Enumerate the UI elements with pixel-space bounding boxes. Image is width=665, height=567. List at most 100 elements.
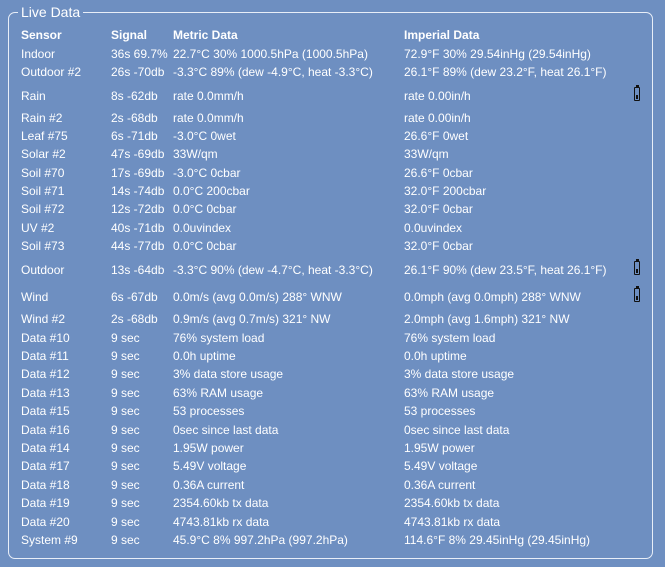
- metric-value: -3.0°C 0cbar: [173, 166, 241, 180]
- sensor-name: Data #18: [21, 478, 70, 492]
- table-header: Sensor Signal Metric Data Imperial Data: [21, 28, 641, 42]
- imperial-value: rate 0.00in/h: [404, 89, 471, 103]
- table-row: Soil #73 44s -77db 0.0°C 0cbar 32.0°F 0cbar: [21, 239, 641, 254]
- table-row: System #9 9 sec 45.9°C 8% 997.2hPa (997.2h…: [21, 533, 641, 548]
- metric-value: 45.9°C 8% 997.2hPa (997.2hPa): [173, 533, 348, 547]
- table-row: Data #10 9 sec 76% system load 76% system l…: [21, 331, 641, 346]
- metric-value: rate 0.0mm/h: [173, 111, 244, 125]
- metric-value: -3.3°C 90% (dew -4.7°C, heat -3.3°C): [173, 263, 373, 277]
- sensor-signal: 9 sec: [111, 386, 140, 400]
- sensor-signal: 17s -69db: [111, 166, 165, 180]
- table-row: Data #16 9 sec 0sec since last data 0sec si…: [21, 423, 641, 438]
- sensor-name: Leaf #75: [21, 129, 68, 143]
- sensor-name: Data #14: [21, 441, 70, 455]
- sensor-signal: 44s -77db: [111, 239, 165, 253]
- sensor-signal: 9 sec: [111, 533, 140, 547]
- sensor-name: UV #2: [21, 221, 55, 235]
- metric-value: -3.3°C 89% (dew -4.9°C, heat -3.3°C): [173, 65, 373, 79]
- sensor-signal: 9 sec: [111, 349, 140, 363]
- metric-value: 0.0m/s (avg 0.0m/s) 288° WNW: [173, 290, 342, 304]
- imperial-value: 63% RAM usage: [404, 386, 495, 400]
- metric-value: 0.0°C 200cbar: [173, 184, 250, 198]
- imperial-value: 1.95W power: [404, 441, 475, 455]
- metric-value: 1.95W power: [173, 441, 244, 455]
- metric-value: 0.0uvindex: [173, 221, 232, 235]
- sensor-signal: 9 sec: [111, 496, 140, 510]
- sensor-name: Data #15: [21, 404, 70, 418]
- sensor-signal: 47s -69db: [111, 147, 165, 161]
- low-battery-icon: [634, 286, 640, 302]
- imperial-value: 5.49V voltage: [404, 459, 478, 473]
- table-row: Rain #2 2s -68db rate 0.0mm/h rate 0.00in/h: [21, 111, 641, 126]
- imperial-value: 4743.81kb rx data: [404, 515, 501, 529]
- sensor-signal: 8s -62db: [111, 89, 158, 103]
- imperial-value: 32.0°F 0cbar: [404, 239, 473, 253]
- table-row: Data #17 9 sec 5.49V voltage 5.49V voltage: [21, 459, 641, 474]
- sensor-name: Data #10: [21, 331, 70, 345]
- sensor-signal: 9 sec: [111, 423, 140, 437]
- imperial-value: 0.0uvindex: [404, 221, 463, 235]
- metric-value: 76% system load: [173, 331, 265, 345]
- imperial-value: 2.0mph (avg 1.6mph) 321° NW: [404, 312, 570, 326]
- sensor-signal: 36s 69.7%: [111, 47, 168, 61]
- sensor-name: Data #13: [21, 386, 70, 400]
- sensor-signal: 26s -70db: [111, 65, 165, 79]
- sensor-signal: 9 sec: [111, 515, 140, 529]
- sensor-name: Soil #70: [21, 166, 65, 180]
- metric-value: 0.36A current: [173, 478, 245, 492]
- table-row: Solar #2 47s -69db 33W/qm 33W/qm: [21, 147, 641, 162]
- metric-value: 5.49V voltage: [173, 459, 247, 473]
- metric-value: 53 processes: [173, 404, 245, 418]
- imperial-value: 53 processes: [404, 404, 476, 418]
- sensor-signal: 6s -71db: [111, 129, 158, 143]
- sensor-name: Solar #2: [21, 147, 66, 161]
- sensor-signal: 14s -74db: [111, 184, 165, 198]
- header-imperial-data: Imperial Data: [404, 28, 480, 42]
- metric-value: 0sec since last data: [173, 423, 279, 437]
- low-battery-icon: [634, 85, 640, 101]
- imperial-value: 0.0h uptime: [404, 349, 467, 363]
- sensor-name: Outdoor #2: [21, 65, 82, 79]
- imperial-value: 32.0°F 200cbar: [404, 184, 487, 198]
- table-row: Data #19 9 sec 2354.60kb tx data 2354.60kb …: [21, 496, 641, 511]
- sensor-name: Data #17: [21, 459, 70, 473]
- sensor-name: Data #11: [21, 349, 69, 363]
- table-row: Data #18 9 sec 0.36A current 0.36A current: [21, 478, 641, 493]
- imperial-value: 3% data store usage: [404, 367, 515, 381]
- metric-value: 3% data store usage: [173, 367, 284, 381]
- sensor-name: Data #16: [21, 423, 70, 437]
- sensor-signal: 9 sec: [111, 331, 140, 345]
- sensor-signal: 9 sec: [111, 441, 140, 455]
- imperial-value: 26.6°F 0cbar: [404, 166, 473, 180]
- sensor-name: Rain #2: [21, 111, 63, 125]
- table-row: Soil #72 12s -72db 0.0°C 0cbar 32.0°F 0cbar: [21, 202, 641, 217]
- table-row: Wind #2 2s -68db 0.9m/s (avg 0.7m/s) 321° …: [21, 312, 641, 327]
- imperial-value: rate 0.00in/h: [404, 111, 471, 125]
- header-signal: Signal: [111, 28, 148, 42]
- imperial-value: 26.1°F 90% (dew 23.5°F, heat 26.1°F): [404, 263, 607, 277]
- sensor-signal: 9 sec: [111, 367, 140, 381]
- imperial-value: 72.9°F 30% 29.54inHg (29.54inHg): [404, 47, 591, 61]
- sensor-name: System #9: [21, 533, 78, 547]
- metric-value: rate 0.0mm/h: [173, 89, 244, 103]
- table-row: Data #12 9 sec 3% data store usage 3% data …: [21, 367, 641, 382]
- sensor-signal: 2s -68db: [111, 111, 158, 125]
- table-row: Rain 8s -62db rate 0.0mm/h rate 0.00in/h: [21, 85, 641, 104]
- table-row: Indoor 36s 69.7% 22.7°C 30% 1000.5hPa (100…: [21, 47, 641, 62]
- sensor-signal: 13s -64db: [111, 263, 165, 277]
- sensor-name: Soil #72: [21, 202, 65, 216]
- sensor-name: Wind #2: [21, 312, 66, 326]
- sensor-signal: 6s -67db: [111, 290, 158, 304]
- imperial-value: 0sec since last data: [404, 423, 510, 437]
- imperial-value: 114.6°F 8% 29.45inHg (29.45inHg): [404, 533, 591, 547]
- sensor-name: Rain: [21, 89, 46, 103]
- imperial-value: 0.0mph (avg 0.0mph) 288° WNW: [404, 290, 581, 304]
- sensor-name: Outdoor: [21, 263, 65, 277]
- imperial-value: 0.36A current: [404, 478, 476, 492]
- table-row: Wind 6s -67db 0.0m/s (avg 0.0m/s) 288° WNW…: [21, 286, 641, 305]
- imperial-value: 26.6°F 0wet: [404, 129, 469, 143]
- sensor-signal: 9 sec: [111, 459, 140, 473]
- metric-value: 0.9m/s (avg 0.7m/s) 321° NW: [173, 312, 331, 326]
- metric-value: -3.0°C 0wet: [173, 129, 236, 143]
- metric-value: 63% RAM usage: [173, 386, 264, 400]
